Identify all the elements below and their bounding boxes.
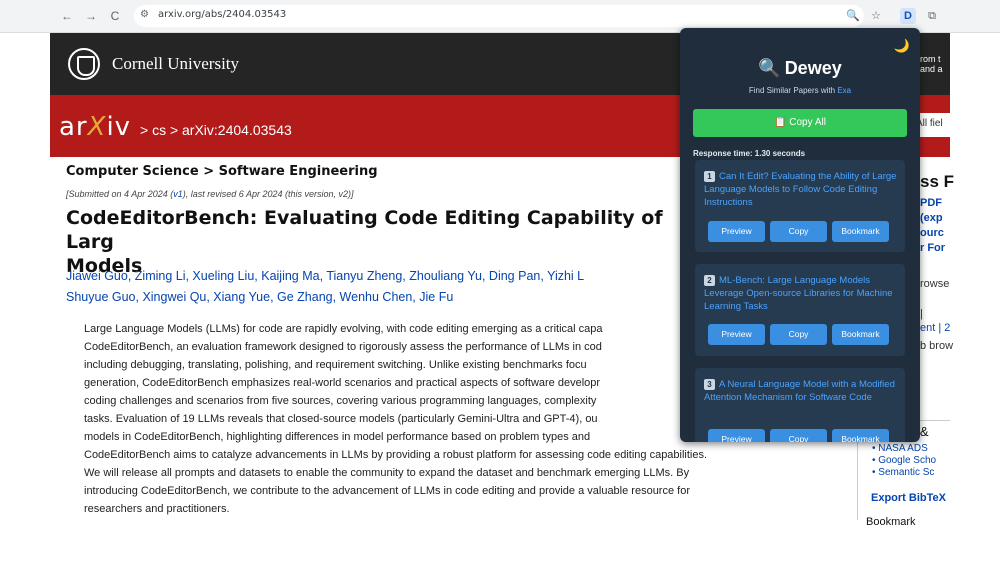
search-field-select[interactable]: All fiel [916,118,943,129]
response-time: Response time: 1.30 seconds [693,149,806,158]
result-number: 3 [704,379,715,390]
access-paper-heading: ss F [920,172,955,191]
site-settings-icon[interactable]: ⚙ [140,9,149,20]
result-card: 2 ML-Bench: Large Language Models Leverag… [695,264,905,356]
version-link[interactable]: v1 [173,189,183,199]
address-bar[interactable]: ⚙ arxiv.org/abs/2404.03543 [134,5,864,27]
bookmark-heading: Bookmark [866,516,916,528]
institution-name[interactable]: Cornell University [112,54,239,74]
pdf-link[interactable]: PDF [920,197,942,209]
copy-button[interactable]: Copy [770,429,827,442]
search-icon: 🔍 [758,58,781,78]
result-card: 1 Can It Edit? Evaluating the Ability of … [695,160,905,252]
preview-button[interactable]: Preview [708,324,765,345]
change-browse-text: b brow [920,340,954,352]
forward-icon[interactable]: → [84,9,98,23]
exa-link[interactable]: Exa [837,86,851,95]
author-list[interactable]: Jiawei Guo, Ziming Li, Xueling Liu, Kaij… [66,266,686,308]
result-title[interactable]: 1 Can It Edit? Evaluating the Ability of … [704,170,900,209]
back-icon[interactable]: ← [60,9,74,23]
preview-button[interactable]: Preview [708,429,765,442]
semantic-scholar-link[interactable]: • Semantic Sc [872,467,934,478]
dewey-title: 🔍 Dewey [758,58,842,78]
result-card: 3A Neural Language Model with a Modified… [695,368,905,442]
cornell-seal-icon[interactable] [68,48,100,80]
star-icon[interactable]: ☆ [868,8,884,24]
source-link[interactable]: ourc [920,227,944,239]
google-scholar-link[interactable]: • Google Scho [872,455,936,466]
arxiv-logo[interactable]: arXiv [59,112,131,142]
header-right-text: rom t and a [920,54,943,74]
bookmark-button[interactable]: Bookmark [832,324,889,345]
nasa-ads-link[interactable]: • NASA ADS [872,443,928,454]
copy-all-button[interactable]: 📋 Copy All [693,109,907,137]
dewey-popup: 🌙 🔍 Dewey Find Similar Papers with Exa 📋 … [680,28,920,442]
experimental-html-link[interactable]: (exp [920,212,943,224]
result-title[interactable]: 3A Neural Language Model with a Modified… [704,378,900,404]
browse-context: rowse [920,278,950,290]
extensions-puzzle-icon[interactable]: ⧉ [924,8,940,24]
copy-button[interactable]: Copy [770,221,827,242]
preview-button[interactable]: Preview [708,221,765,242]
nav-divider: | [920,308,923,320]
export-bibtex-link[interactable]: Export BibTeX [871,492,946,504]
bookmark-button[interactable]: Bookmark [832,221,889,242]
url-text[interactable]: arxiv.org/abs/2404.03543 [158,9,286,20]
result-title[interactable]: 2 ML-Bench: Large Language Models Leverag… [704,274,900,313]
bookmark-button[interactable]: Bookmark [832,429,889,442]
copy-button[interactable]: Copy [770,324,827,345]
breadcrumb[interactable]: > cs > arXiv:2404.03543 [140,122,292,138]
result-number: 1 [704,171,715,182]
dewey-extension-icon[interactable]: D [900,8,916,24]
other-formats-link[interactable]: r For [920,242,945,254]
subject-heading: Computer Science > Software Engineering [66,164,378,179]
zoom-icon[interactable]: 🔍 [845,8,861,24]
dark-mode-toggle-icon[interactable]: 🌙 [894,38,910,54]
result-number: 2 [704,275,715,286]
dewey-tagline: Find Similar Papers with Exa [748,86,852,95]
reload-icon[interactable]: C [108,9,122,23]
recent-link[interactable]: ent | 2 [920,322,950,334]
submission-info: [Submitted on 4 Apr 2024 (v1), last revi… [66,189,354,199]
